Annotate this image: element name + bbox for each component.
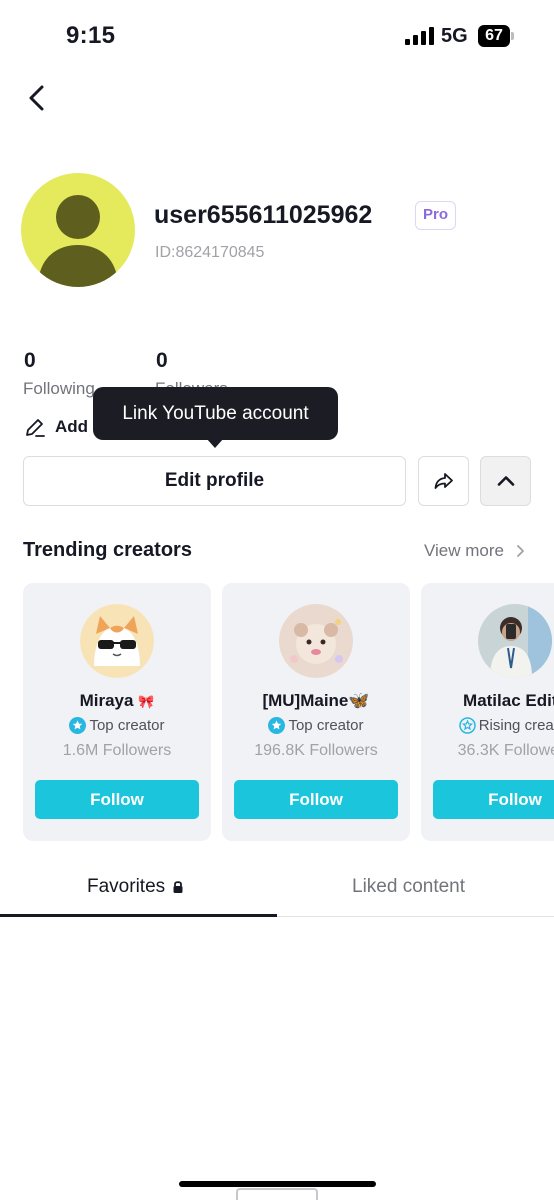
creator-followers: 36.3K Followers [457, 742, 554, 759]
trending-creators-carousel[interactable]: Miraya 🎀 Top creator 1.6M Followers Foll… [0, 583, 554, 841]
creator-badge: Rising creator [421, 717, 554, 734]
edit-profile-button[interactable]: Edit profile [23, 456, 406, 506]
following-label[interactable]: Following [23, 379, 95, 399]
creator-card[interactable]: [MU]Maine🦋 Top creator 196.8K Followers … [222, 583, 410, 841]
tab-favorites-label: Favorites [87, 876, 166, 897]
pro-badge[interactable]: Pro [415, 201, 456, 230]
network-type: 5G [441, 25, 468, 47]
status-bar: 9:15 5G 67 [0, 0, 554, 70]
lock-icon [173, 881, 183, 893]
creator-followers: 1.6M Followers [62, 742, 172, 759]
profile-avatar[interactable] [21, 173, 135, 287]
chevron-up-icon [497, 476, 514, 486]
tooltip-arrow [206, 438, 224, 448]
tab-liked-content[interactable]: Liked content [352, 875, 465, 899]
cellular-signal-icon [405, 27, 435, 45]
following-count[interactable]: 0 [24, 349, 36, 373]
star-outline-icon [458, 717, 476, 734]
trending-creators-title: Trending creators [23, 539, 192, 561]
star-filled-icon [69, 717, 87, 734]
tab-liked-content-label: Liked content [352, 876, 466, 897]
creator-name: [MU]Maine🦋 [262, 691, 370, 710]
battery-level: 67 [478, 25, 510, 47]
default-avatar-icon [38, 195, 118, 287]
creator-followers: 196.8K Followers [254, 742, 378, 759]
follow-button[interactable]: Follow [35, 780, 199, 819]
status-time: 9:15 [66, 22, 116, 49]
add-bio-button[interactable]: Add [24, 414, 88, 440]
username: user655611025962 [154, 201, 373, 229]
creator-avatar[interactable] [80, 604, 154, 678]
creator-name: Matilac Edits [463, 691, 554, 710]
active-tab-indicator [0, 914, 277, 917]
bottom-sheet-handle [236, 1188, 318, 1200]
followers-count[interactable]: 0 [156, 349, 168, 373]
creator-avatar[interactable] [279, 604, 353, 678]
home-indicator[interactable] [179, 1181, 376, 1187]
chevron-right-icon [517, 545, 524, 557]
creator-badge: Top creator [23, 717, 211, 734]
creator-avatar[interactable] [478, 604, 552, 678]
follow-button[interactable]: Follow [433, 780, 554, 819]
user-id: ID:8624170845 [155, 244, 265, 261]
creator-card[interactable]: Miraya 🎀 Top creator 1.6M Followers Foll… [23, 583, 211, 841]
collapse-suggestions-button[interactable] [480, 456, 531, 506]
creator-card[interactable]: Matilac Edits Rising creator 36.3K Follo… [421, 583, 554, 841]
link-youtube-tooltip[interactable]: Link YouTube account [93, 387, 338, 440]
share-profile-button[interactable] [418, 456, 469, 506]
follow-button[interactable]: Follow [234, 780, 398, 819]
creator-badge: Top creator [222, 717, 410, 734]
pencil-icon [26, 419, 45, 437]
view-more-link[interactable]: View more [424, 540, 531, 562]
back-button[interactable] [20, 80, 56, 116]
add-bio-label: Add [55, 417, 89, 436]
tab-favorites[interactable]: Favorites [87, 875, 185, 899]
share-arrow-icon [434, 473, 453, 489]
chevron-left-icon [29, 85, 44, 111]
creator-name: Miraya 🎀 [79, 691, 155, 710]
battery-icon: 67 [478, 25, 514, 47]
view-more-label: View more [424, 541, 504, 560]
star-filled-icon [268, 717, 286, 734]
